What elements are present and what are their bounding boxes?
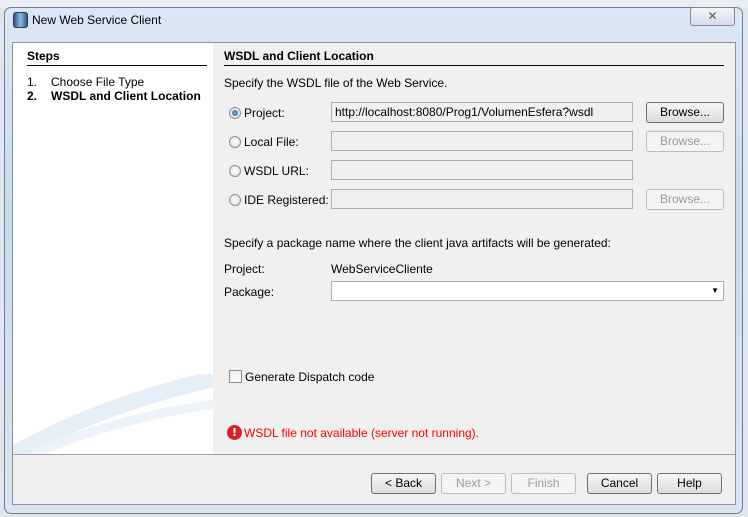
close-icon: ✕ [707,9,718,23]
package-combobox[interactable]: ▼ [331,281,724,301]
app-icon [13,12,28,28]
local-file-radio[interactable] [229,136,241,148]
page-title: WSDL and Client Location [224,49,724,66]
error-message: WSDL file not available (server not runn… [244,426,479,440]
local-file-label: Local File: [244,135,299,149]
help-button[interactable]: Help [657,473,722,494]
steps-panel: Steps 1. Choose File Type 2. WSDL and Cl… [13,43,213,454]
divider [13,454,735,455]
chevron-down-icon[interactable]: ▼ [711,282,719,300]
package-label: Package: [224,285,275,299]
ide-registered-field[interactable] [331,189,633,209]
dispatch-label: Generate Dispatch code [245,370,375,384]
window-title: New Web Service Client [32,13,162,27]
local-file-field[interactable] [331,131,633,151]
step-number: 2. [27,89,38,103]
decorative-swoosh [13,374,213,454]
wsdl-url-field[interactable] [331,160,633,180]
step-label: Choose File Type [51,75,145,89]
project-browse-button[interactable]: Browse... [646,102,724,123]
ide-registered-label: IDE Registered: [244,193,329,207]
package-intro: Specify a package name where the client … [224,236,611,250]
wsdl-url-label: WSDL URL: [244,164,309,178]
project-label: Project: [224,262,265,276]
wsdl-intro: Specify the WSDL file of the Web Service… [224,76,448,90]
project-wsdl-field[interactable]: http://localhost:8080/Prog1/VolumenEsfer… [331,102,633,122]
close-button[interactable]: ✕ [690,7,735,26]
local-file-browse-button[interactable]: Browse... [646,131,724,152]
dispatch-checkbox[interactable] [229,370,242,383]
project-radio[interactable] [229,107,241,119]
cancel-button[interactable]: Cancel [587,473,652,494]
wsdl-url-radio[interactable] [229,165,241,177]
error-icon: ! [227,425,242,440]
dialog-content: Steps 1. Choose File Type 2. WSDL and Cl… [12,42,736,505]
next-button[interactable]: Next > [441,473,506,494]
project-name: WebServiceCliente [331,262,433,276]
ide-registered-radio[interactable] [229,194,241,206]
project-radio-label: Project: [244,106,285,120]
finish-button[interactable]: Finish [511,473,576,494]
ide-registered-browse-button[interactable]: Browse... [646,189,724,210]
steps-header: Steps [27,49,207,66]
step-label-current: WSDL and Client Location [51,89,201,103]
step-number: 1. [27,75,38,89]
back-button[interactable]: < Back [371,473,436,494]
